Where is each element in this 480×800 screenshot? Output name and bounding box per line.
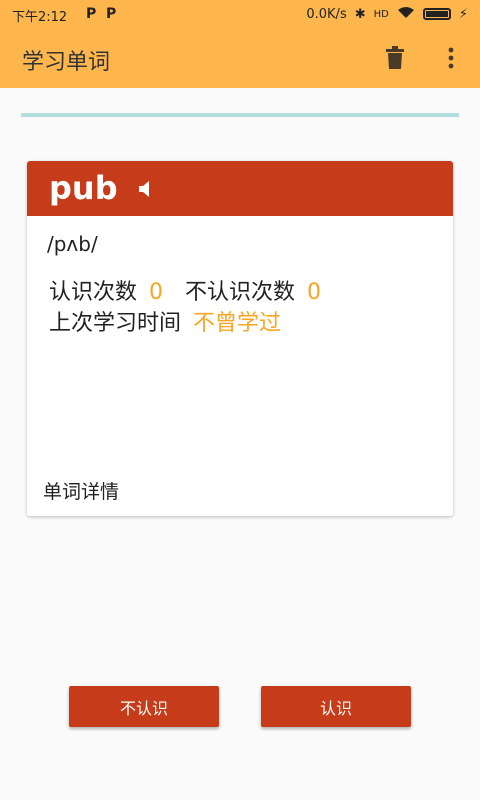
known-button[interactable]: 认识 — [261, 686, 411, 727]
phonetic: /pʌb/ — [47, 232, 98, 256]
app-bar: 学习单词 — [0, 28, 480, 88]
network-speed: 0.0K/s — [306, 6, 347, 22]
more-vert-icon[interactable] — [440, 44, 462, 72]
unknown-button[interactable]: 不认识 — [69, 686, 219, 727]
status-bar: 下午2:12 P P 0.0K/s ✱ HD ⚡ — [0, 0, 480, 28]
known-count-value: 0 — [149, 280, 164, 305]
hd-signal-icon: HD — [373, 8, 389, 20]
battery-icon — [422, 8, 451, 20]
wifi-icon — [397, 6, 415, 22]
status-time: 下午2:12 — [12, 10, 68, 25]
trash-icon[interactable] — [384, 46, 406, 70]
notification-p-icon: P — [86, 6, 97, 22]
page-title: 学习单词 — [22, 50, 111, 75]
last-study-label: 上次学习时间 — [49, 311, 182, 336]
unknown-count-label: 不认识次数 — [185, 280, 296, 305]
progress-line — [21, 113, 459, 117]
bluetooth-icon: ✱ — [354, 6, 366, 22]
card-header: pub — [27, 161, 453, 216]
speaker-icon[interactable] — [137, 181, 153, 197]
status-right-group: 0.0K/s ✱ HD ⚡ — [306, 6, 468, 22]
word-details-link[interactable]: 单词详情 — [43, 477, 119, 504]
last-study-value: 不曾学过 — [193, 311, 282, 336]
notification-p-icon: P — [106, 6, 117, 22]
known-count-label: 认识次数 — [49, 280, 138, 305]
word-card: pub /pʌb/ 认识次数 0 不认识次数 0 上次学习时间 不曾学过 单词详情 — [27, 161, 453, 516]
unknown-count-value: 0 — [307, 280, 322, 305]
count-row: 认识次数 0 不认识次数 0 — [49, 274, 321, 306]
charging-icon: ⚡ — [458, 6, 468, 22]
word-text: pub — [49, 169, 118, 207]
last-study-row: 上次学习时间 不曾学过 — [49, 305, 281, 337]
